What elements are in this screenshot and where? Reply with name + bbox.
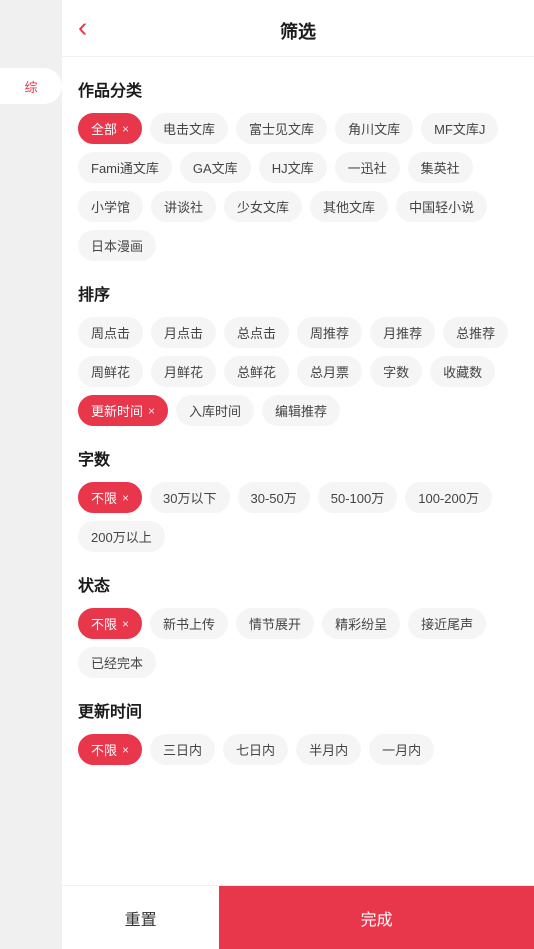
panel-header: 筛选 xyxy=(62,0,534,57)
tag-close-icon[interactable]: × xyxy=(122,743,129,757)
status-title: 状态 xyxy=(78,572,518,596)
wordcount-title: 字数 xyxy=(78,446,518,470)
tag-close-icon[interactable]: × xyxy=(122,491,129,505)
tag-item[interactable]: 少女文库 xyxy=(224,191,302,222)
tag-item[interactable]: 情节展开 xyxy=(236,608,314,639)
update-time-title: 更新时间 xyxy=(78,698,518,722)
tag-item[interactable]: 电击文库 xyxy=(150,113,228,144)
sort-section: 排序 周点击月点击总点击周推荐月推荐总推荐周鲜花月鲜花总鲜花总月票字数收藏数更新… xyxy=(78,281,518,426)
tag-item[interactable]: 200万以上 xyxy=(78,521,165,552)
reset-button[interactable]: 重置 xyxy=(62,886,219,949)
tag-item[interactable]: 角川文库 xyxy=(335,113,413,144)
tag-item[interactable]: 更新时间× xyxy=(78,395,168,426)
sidebar-active-tab[interactable]: 综 xyxy=(0,68,62,104)
tag-item[interactable]: 接近尾声 xyxy=(408,608,486,639)
tag-item[interactable]: 总月票 xyxy=(297,356,362,387)
tag-item[interactable]: 周鲜花 xyxy=(78,356,143,387)
tag-item[interactable]: 七日内 xyxy=(223,734,288,765)
tag-item[interactable]: 入库时间 xyxy=(176,395,254,426)
sort-title: 排序 xyxy=(78,281,518,305)
tag-item[interactable]: 收藏数 xyxy=(430,356,495,387)
tag-item[interactable]: 50-100万 xyxy=(318,482,397,513)
tag-close-icon[interactable]: × xyxy=(122,617,129,631)
tag-item[interactable]: 讲谈社 xyxy=(151,191,216,222)
tag-item[interactable]: 其他文库 xyxy=(310,191,388,222)
tag-item[interactable]: 不限× xyxy=(78,734,142,765)
tag-item[interactable]: 30万以下 xyxy=(150,482,229,513)
tag-item[interactable]: 100-200万 xyxy=(405,482,492,513)
filter-content: 作品分类 全部× 电击文库富士见文库角川文库 MF文库J Fami通文库 GA文库 HJ文… xyxy=(62,57,534,885)
tag-item[interactable]: 日本漫画 xyxy=(78,230,156,261)
back-button[interactable] xyxy=(78,14,87,43)
tag-item[interactable]: 半月内 xyxy=(296,734,361,765)
tag-close-icon[interactable]: × xyxy=(122,122,129,136)
tag-item[interactable]: GA文库 xyxy=(180,152,251,183)
wordcount-tags: 不限× 30万以下 30-50万 50-100万 100-200万 200万以上 xyxy=(78,482,518,552)
update-time-section: 更新时间 不限× 三日内七日内半月内一月内 xyxy=(78,698,518,765)
sidebar-background xyxy=(0,0,62,949)
tag-item[interactable]: 三日内 xyxy=(150,734,215,765)
status-section: 状态 不限× 新书上传情节展开精彩纷呈接近尾声已经完本 xyxy=(78,572,518,678)
tag-item[interactable]: 周推荐 xyxy=(297,317,362,348)
tag-item[interactable]: 总鲜花 xyxy=(224,356,289,387)
tag-item[interactable]: 小学馆 xyxy=(78,191,143,222)
tag-item[interactable]: 不限× xyxy=(78,608,142,639)
footer: 重置 完成 xyxy=(62,885,534,949)
back-icon xyxy=(78,14,87,43)
tag-item[interactable]: 月推荐 xyxy=(370,317,435,348)
tag-close-icon[interactable]: × xyxy=(148,404,155,418)
tag-item[interactable]: 新书上传 xyxy=(150,608,228,639)
tag-item[interactable]: MF文库J xyxy=(421,113,498,144)
tag-item[interactable]: 总推荐 xyxy=(443,317,508,348)
tag-item[interactable]: 全部× xyxy=(78,113,142,144)
status-tags: 不限× 新书上传情节展开精彩纷呈接近尾声已经完本 xyxy=(78,608,518,678)
tag-item[interactable]: 编辑推荐 xyxy=(262,395,340,426)
tag-item[interactable]: 一迅社 xyxy=(335,152,400,183)
tag-item[interactable]: 月鲜花 xyxy=(151,356,216,387)
tag-item[interactable]: 字数 xyxy=(370,356,422,387)
tag-item[interactable]: 30-50万 xyxy=(238,482,310,513)
tag-item[interactable]: Fami通文库 xyxy=(78,152,172,183)
filter-panel: 筛选 作品分类 全部× 电击文库富士见文库角川文库 MF文库J Fami通文库 GA文库… xyxy=(62,0,534,949)
category-tags: 全部× 电击文库富士见文库角川文库 MF文库J Fami通文库 GA文库 HJ文库一迅社集… xyxy=(78,113,518,261)
tag-item[interactable]: 集英社 xyxy=(408,152,473,183)
tag-item[interactable]: 总点击 xyxy=(224,317,289,348)
tag-item[interactable]: 不限× xyxy=(78,482,142,513)
tag-item[interactable]: 周点击 xyxy=(78,317,143,348)
update-time-tags: 不限× 三日内七日内半月内一月内 xyxy=(78,734,518,765)
category-section: 作品分类 全部× 电击文库富士见文库角川文库 MF文库J Fami通文库 GA文库 HJ文… xyxy=(78,77,518,261)
tag-item[interactable]: 富士见文库 xyxy=(236,113,327,144)
wordcount-section: 字数 不限× 30万以下 30-50万 50-100万 100-200万 200万以上 xyxy=(78,446,518,552)
panel-title: 筛选 xyxy=(280,18,316,44)
sidebar-tab-label: 综 xyxy=(24,77,37,96)
category-title: 作品分类 xyxy=(78,77,518,101)
tag-item[interactable]: 精彩纷呈 xyxy=(322,608,400,639)
sort-tags: 周点击月点击总点击周推荐月推荐总推荐周鲜花月鲜花总鲜花总月票字数收藏数更新时间×… xyxy=(78,317,518,426)
confirm-button[interactable]: 完成 xyxy=(219,886,534,949)
tag-item[interactable]: 中国轻小说 xyxy=(396,191,487,222)
tag-item[interactable]: 月点击 xyxy=(151,317,216,348)
tag-item[interactable]: HJ文库 xyxy=(259,152,327,183)
tag-item[interactable]: 一月内 xyxy=(369,734,434,765)
tag-item[interactable]: 已经完本 xyxy=(78,647,156,678)
